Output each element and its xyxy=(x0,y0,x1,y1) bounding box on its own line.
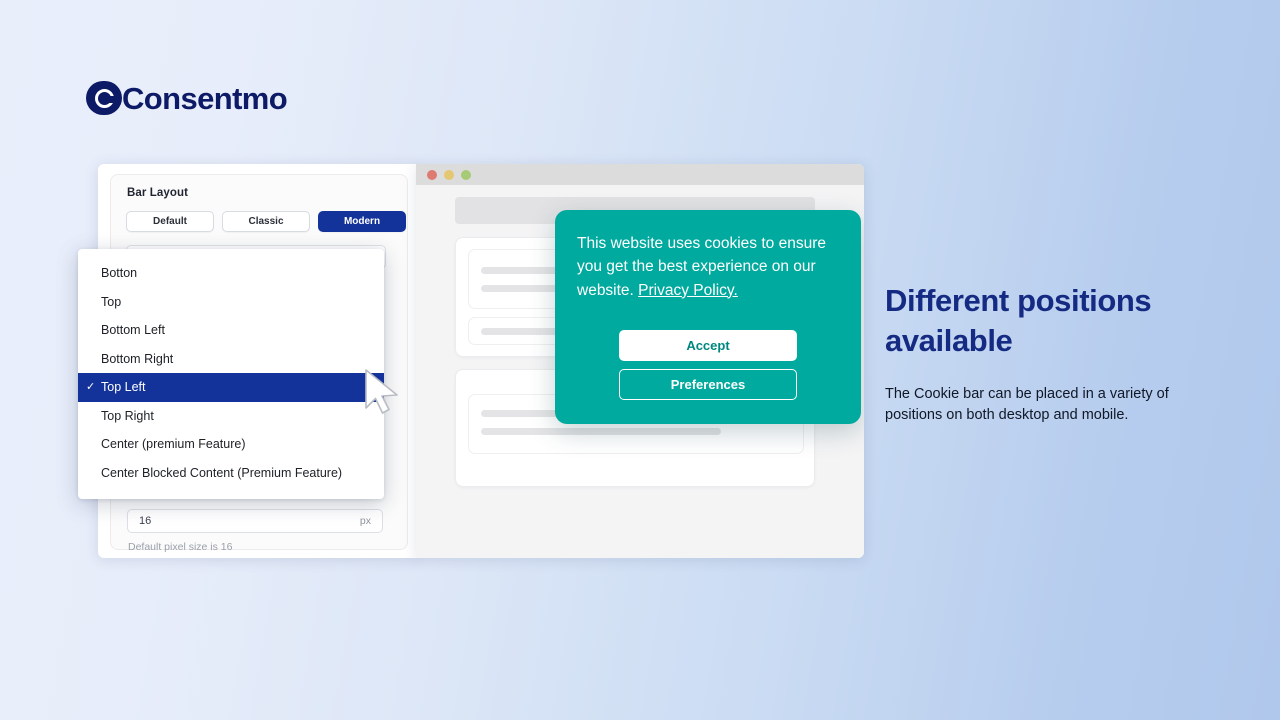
pixel-size-unit: px xyxy=(359,515,371,527)
dropdown-item-label: Bottom Right xyxy=(101,351,174,366)
dropdown-item-label: Top Left xyxy=(101,380,146,395)
pixel-size-input[interactable]: 16 px xyxy=(127,509,383,533)
dropdown-item-top-right[interactable]: Top Right xyxy=(78,402,384,431)
marketing-copy: Different positions available The Cookie… xyxy=(885,281,1215,427)
dropdown-item-label: Center Blocked Content (Premium Feature) xyxy=(101,465,343,480)
dropdown-item-label: Top Right xyxy=(101,408,154,423)
bar-layout-label: Bar Layout xyxy=(127,187,189,199)
cookie-consent-banner: This website uses cookies to ensure you … xyxy=(555,210,861,424)
check-icon: ✓ xyxy=(86,380,96,393)
dropdown-item-bottom-right[interactable]: Bottom Right xyxy=(78,345,384,374)
dropdown-item-top[interactable]: Top xyxy=(78,288,384,317)
dropdown-item-label: Center (premium Feature) xyxy=(101,437,246,452)
preferences-button[interactable]: Preferences xyxy=(619,368,797,400)
page-description: The Cookie bar can be placed in a variet… xyxy=(885,385,1169,424)
dropdown-item-center[interactable]: Center (premium Feature) xyxy=(78,430,384,459)
dropdown-item-bottom-left[interactable]: Bottom Left xyxy=(78,316,384,345)
dropdown-item-center-blocked-content[interactable]: Center Blocked Content (Premium Feature) xyxy=(78,459,384,488)
circle-c-icon xyxy=(86,81,122,115)
dropdown-item-botton[interactable]: Botton xyxy=(78,259,384,288)
brand-logo: Consentmo xyxy=(86,78,288,118)
circle-c-ring xyxy=(94,88,115,108)
layout-option-modern[interactable]: Modern xyxy=(318,211,406,232)
privacy-policy-link[interactable]: Privacy Policy. xyxy=(638,282,738,299)
layout-option-classic[interactable]: Classic xyxy=(222,211,310,232)
product-mockup: Bar Layout Default Classic Modern 16 px … xyxy=(78,164,864,558)
pixel-size-value: 16 xyxy=(139,515,152,527)
window-minimize-icon[interactable] xyxy=(444,169,454,180)
skeleton-line xyxy=(481,428,721,435)
layout-option-default[interactable]: Default xyxy=(126,211,214,232)
window-close-icon[interactable] xyxy=(427,169,437,180)
position-dropdown-menu[interactable]: Botton Top Bottom Left Bottom Right ✓ To… xyxy=(78,249,384,499)
bar-layout-option-group: Default Classic Modern xyxy=(126,211,406,232)
dropdown-item-top-left[interactable]: ✓ Top Left xyxy=(78,373,384,402)
dropdown-item-label: Botton xyxy=(101,266,138,281)
window-maximize-icon[interactable] xyxy=(461,169,471,180)
page-title: Different positions available xyxy=(885,283,1152,359)
dropdown-item-label: Top xyxy=(101,294,122,309)
accept-button[interactable]: Accept xyxy=(619,329,797,361)
brand-wordmark: Consentmo xyxy=(122,80,288,116)
cookie-banner-message: This website uses cookies to ensure you … xyxy=(577,232,839,302)
browser-titlebar xyxy=(416,164,864,185)
browser-preview: This website uses cookies to ensure you … xyxy=(416,164,864,558)
browser-content: This website uses cookies to ensure you … xyxy=(416,185,864,558)
dropdown-item-label: Bottom Left xyxy=(101,323,165,338)
pixel-size-hint: Default pixel size is 16 xyxy=(128,541,233,553)
